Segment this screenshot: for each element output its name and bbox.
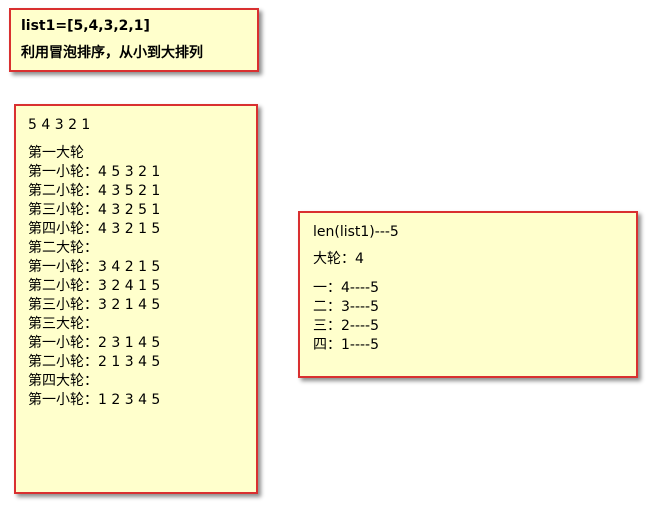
round-block: 第四大轮： 第一小轮：1 2 3 4 5 <box>28 372 246 410</box>
list-length: len(list1)---5 <box>313 224 399 240</box>
round-title: 第三大轮： <box>28 316 98 332</box>
round-block: 第三大轮： 第一小轮：2 3 1 4 5 第二小轮：2 1 3 4 5 <box>28 315 246 372</box>
task-description: 利用冒泡排序，从小到大排列 <box>21 45 203 61</box>
list-definition: list1=[5,4,3,2,1] <box>21 18 150 34</box>
round-summary-item: 三：2----5 <box>313 318 380 334</box>
round-step: 第四小轮：4 3 2 1 5 <box>28 221 161 237</box>
bubble-sort-steps-note: 5 4 3 2 1 第一大轮 第一小轮：4 5 3 2 1 第二小轮：4 3 5… <box>14 104 258 494</box>
round-step: 第三小轮：4 3 2 5 1 <box>28 202 161 218</box>
round-step: 第二小轮：2 1 3 4 5 <box>28 354 161 370</box>
round-block: 第二大轮： 第一小轮：3 4 2 1 5 第二小轮：3 2 4 1 5 第三小轮… <box>28 239 246 315</box>
round-step: 第二小轮：4 3 5 2 1 <box>28 183 161 199</box>
summary-note: len(list1)---5 大轮：4 一：4----5 二：3----5 三：… <box>298 211 638 378</box>
round-block: 第一大轮 第一小轮：4 5 3 2 1 第二小轮：4 3 5 2 1 第三小轮：… <box>28 144 246 239</box>
round-title: 第四大轮： <box>28 373 98 389</box>
round-title: 第一大轮 <box>28 145 84 161</box>
round-title: 第二大轮： <box>28 240 98 256</box>
problem-note: list1=[5,4,3,2,1] 利用冒泡排序，从小到大排列 <box>9 8 259 72</box>
round-step: 第一小轮：1 2 3 4 5 <box>28 392 161 408</box>
round-step: 第一小轮：4 5 3 2 1 <box>28 164 161 180</box>
round-step: 第二小轮：3 2 4 1 5 <box>28 278 161 294</box>
round-step: 第一小轮：2 3 1 4 5 <box>28 335 161 351</box>
round-summary-item: 二：3----5 <box>313 299 380 315</box>
round-step: 第三小轮：3 2 1 4 5 <box>28 297 161 313</box>
round-summary-item: 一：4----5 <box>313 280 380 296</box>
round-step: 第一小轮：3 4 2 1 5 <box>28 259 161 275</box>
round-summary-item: 四：1----5 <box>313 337 380 353</box>
round-count: 大轮：4 <box>313 251 364 267</box>
initial-sequence: 5 4 3 2 1 <box>28 117 91 133</box>
